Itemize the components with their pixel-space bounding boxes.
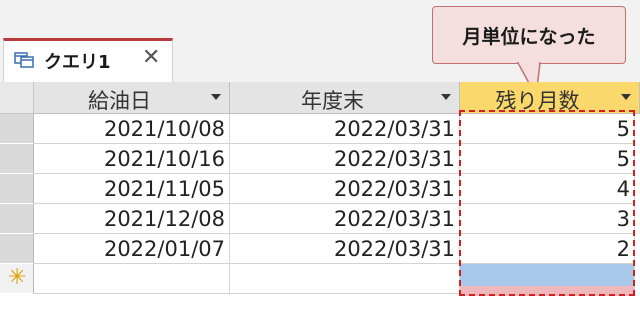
- close-icon[interactable]: ✕: [142, 45, 160, 70]
- table-row: 2021/10/16 2022/03/31 5: [0, 144, 640, 174]
- cell-fiscal-year-end[interactable]: 2022/03/31: [230, 144, 460, 174]
- new-record-icon: ✳: [8, 265, 27, 290]
- query-table-icon: [14, 52, 34, 68]
- cell-fuel-date[interactable]: 2021/10/08: [34, 114, 230, 144]
- tab-label: クエリ1: [44, 52, 111, 73]
- table-row: 2021/11/05 2022/03/31 4: [0, 174, 640, 204]
- record-selector[interactable]: [0, 204, 34, 234]
- table-row: 2022/01/07 2022/03/31 2: [0, 234, 640, 264]
- cell-fiscal-year-end[interactable]: 2022/03/31: [230, 234, 460, 264]
- table-row: 2021/10/08 2022/03/31 5: [0, 114, 640, 144]
- record-selector[interactable]: [0, 114, 34, 144]
- cell-fiscal-year-end[interactable]: 2022/03/31: [230, 174, 460, 204]
- cell-remaining-months[interactable]: [460, 264, 635, 294]
- cell-remaining-months[interactable]: 5: [460, 144, 635, 174]
- annotation-callout: 月単位になった: [432, 6, 626, 64]
- select-all-corner[interactable]: [0, 82, 34, 114]
- cell-fuel-date[interactable]: 2021/12/08: [34, 204, 230, 234]
- column-header-remaining-months[interactable]: 残り月数: [460, 82, 640, 114]
- new-record-selector[interactable]: ✳: [0, 264, 34, 294]
- callout-text: 月単位になった: [462, 26, 596, 48]
- cell-remaining-months[interactable]: 5: [460, 114, 635, 144]
- record-selector[interactable]: [0, 144, 34, 174]
- cell-fuel-date[interactable]: [34, 264, 230, 294]
- record-selector[interactable]: [0, 234, 34, 264]
- cell-fiscal-year-end[interactable]: 2022/03/31: [230, 114, 460, 144]
- cell-fuel-date[interactable]: 2022/01/07: [34, 234, 230, 264]
- table-row: 2021/12/08 2022/03/31 3: [0, 204, 640, 234]
- record-selector[interactable]: [0, 174, 34, 204]
- chevron-down-icon[interactable]: [621, 94, 631, 100]
- cell-remaining-months[interactable]: 4: [460, 174, 635, 204]
- chevron-down-icon[interactable]: [211, 94, 221, 100]
- cell-fuel-date[interactable]: 2021/10/16: [34, 144, 230, 174]
- new-record-row: ✳: [0, 264, 640, 294]
- chevron-down-icon[interactable]: [441, 94, 451, 100]
- cell-remaining-months[interactable]: 3: [460, 204, 635, 234]
- cell-fiscal-year-end[interactable]: [230, 264, 460, 294]
- tab-query1[interactable]: クエリ1 ✕: [3, 38, 173, 82]
- column-header-fuel-date[interactable]: 給油日: [34, 82, 230, 114]
- cell-fuel-date[interactable]: 2021/11/05: [34, 174, 230, 204]
- cell-fiscal-year-end[interactable]: 2022/03/31: [230, 204, 460, 234]
- column-header-fiscal-year-end[interactable]: 年度末: [230, 82, 460, 114]
- cell-remaining-months[interactable]: 2: [460, 234, 635, 264]
